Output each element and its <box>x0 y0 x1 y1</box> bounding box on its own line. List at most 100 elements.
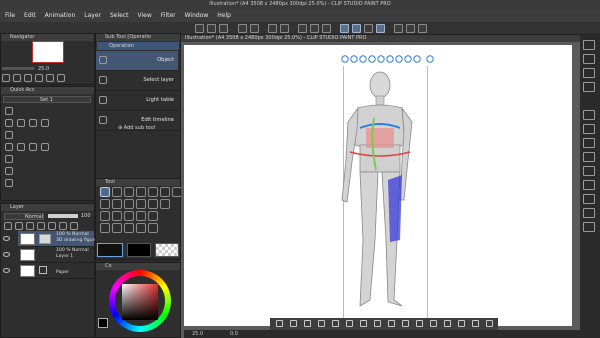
navigator-thumbnail[interactable] <box>32 41 64 63</box>
operation-tool-icon[interactable] <box>136 187 146 197</box>
layer-row-3d[interactable]: 100 % Normal 3D drawing figure <box>18 231 97 247</box>
ruler-icon[interactable] <box>5 155 13 163</box>
eyedropper-icon[interactable] <box>41 143 49 151</box>
brush-icon[interactable] <box>17 143 25 151</box>
info-icon[interactable] <box>583 82 595 92</box>
auto-select-icon[interactable] <box>100 199 110 209</box>
blend-tool-icon[interactable] <box>100 211 110 221</box>
transparent-color-swatch[interactable] <box>155 243 179 257</box>
folder-icon[interactable] <box>583 194 595 204</box>
folder-icon[interactable] <box>583 138 595 148</box>
fix-icon[interactable] <box>332 320 339 327</box>
sub-color-swatch[interactable] <box>127 243 151 257</box>
menu-animation[interactable]: Animation <box>45 12 76 19</box>
next-icon[interactable] <box>290 320 297 327</box>
folder-icon[interactable] <box>583 152 595 162</box>
materials-icon[interactable] <box>583 54 595 64</box>
crop-icon[interactable] <box>41 119 49 127</box>
menu-view[interactable]: View <box>138 12 152 19</box>
paste-icon[interactable] <box>416 320 423 327</box>
open-file-icon[interactable] <box>207 24 216 33</box>
clear-select-icon[interactable] <box>29 119 37 127</box>
move-layer-icon[interactable] <box>148 187 158 197</box>
lock-pose-icon[interactable] <box>346 320 353 327</box>
zoom-out-icon[interactable] <box>13 74 21 82</box>
balloon-tool-icon[interactable] <box>136 223 146 233</box>
redo-icon[interactable] <box>250 24 259 33</box>
eraser-tool-icon[interactable] <box>160 199 170 209</box>
subtool-light-table[interactable]: Light table <box>96 91 178 111</box>
lock-icon[interactable] <box>37 222 45 230</box>
current-color-chip[interactable] <box>98 318 108 328</box>
snap-special-ruler-icon[interactable] <box>352 24 361 33</box>
gradient-tool-icon[interactable] <box>136 211 146 221</box>
fit-icon[interactable] <box>24 74 32 82</box>
visibility-eye-icon[interactable] <box>3 236 10 241</box>
add-subtool-button[interactable]: ⊕ Add sub tool <box>118 125 155 131</box>
clear-outside-icon[interactable] <box>280 24 289 33</box>
select-invert-icon[interactable] <box>17 119 25 127</box>
body-icon[interactable] <box>360 320 367 327</box>
assets-icon[interactable] <box>406 24 415 33</box>
copy-icon[interactable] <box>402 320 409 327</box>
airbrush-tool-icon[interactable] <box>148 199 158 209</box>
clear-icon[interactable] <box>268 24 277 33</box>
subtool-group-tab[interactable]: Operation <box>97 42 179 50</box>
smartphone-icon[interactable] <box>418 24 427 33</box>
menu-filter[interactable]: Filter <box>161 12 176 19</box>
actual-size-icon[interactable] <box>35 74 43 82</box>
subtool-object[interactable]: Object <box>96 51 178 71</box>
menu-edit[interactable]: Edit <box>24 12 36 19</box>
menu-window[interactable]: Window <box>185 12 209 19</box>
fill-tool-icon[interactable] <box>124 211 134 221</box>
zoom-in-icon[interactable] <box>2 74 10 82</box>
camera-icon[interactable] <box>472 320 479 327</box>
fill-icon[interactable] <box>5 143 13 151</box>
prev-icon[interactable] <box>276 320 283 327</box>
menu-file[interactable]: File <box>5 12 15 19</box>
pen-tool-icon[interactable] <box>112 199 122 209</box>
pen-icon[interactable] <box>376 24 385 33</box>
magic-wand-icon[interactable] <box>5 131 13 139</box>
new-vector-layer-icon[interactable] <box>15 222 23 230</box>
panel-toggle-icon[interactable] <box>583 40 595 50</box>
reset-pose-icon[interactable] <box>388 320 395 327</box>
ruler-tool-icon[interactable] <box>112 223 122 233</box>
snap-grid-icon[interactable] <box>364 24 373 33</box>
snap-ruler-icon[interactable] <box>340 24 349 33</box>
history-icon[interactable] <box>583 68 595 78</box>
menu-select[interactable]: Select <box>110 12 129 19</box>
new-folder-icon[interactable] <box>26 222 34 230</box>
select-icon[interactable] <box>5 119 13 127</box>
layer-row-layer1[interactable]: 100 % Normal Layer 1 <box>18 247 94 263</box>
register-icon[interactable] <box>430 320 437 327</box>
save-icon[interactable] <box>219 24 228 33</box>
rotate-icon[interactable] <box>57 74 65 82</box>
folder-icon[interactable] <box>583 180 595 190</box>
delete-layer-icon[interactable] <box>70 222 78 230</box>
figure-tool-icon[interactable] <box>100 223 110 233</box>
3d-figure[interactable] <box>330 50 440 326</box>
folder-icon[interactable] <box>583 124 595 134</box>
folder-icon[interactable] <box>583 110 595 120</box>
text-tool-icon[interactable] <box>124 223 134 233</box>
blend-mode-dropdown[interactable]: Normal <box>4 213 44 220</box>
cloud-icon[interactable] <box>394 24 403 33</box>
transform-icon[interactable] <box>310 24 319 33</box>
eraser-icon[interactable] <box>29 143 37 151</box>
layer-row-paper[interactable]: Paper <box>18 263 94 279</box>
clip-icon[interactable] <box>48 222 56 230</box>
folder-icon[interactable] <box>583 222 595 232</box>
visibility-eye-icon[interactable] <box>3 268 10 273</box>
gradient-icon[interactable] <box>5 179 13 187</box>
menu-layer[interactable]: Layer <box>84 12 101 19</box>
pencil-tool-icon[interactable] <box>124 199 134 209</box>
saturation-value-square[interactable] <box>122 284 158 320</box>
ground-icon[interactable] <box>458 320 465 327</box>
move-tool-icon[interactable] <box>100 187 110 197</box>
zoom-tool-icon[interactable] <box>112 187 122 197</box>
flip-icon[interactable] <box>46 74 54 82</box>
flip-pose-icon[interactable] <box>374 320 381 327</box>
opacity-slider[interactable] <box>48 214 78 218</box>
settings-icon[interactable] <box>444 320 451 327</box>
